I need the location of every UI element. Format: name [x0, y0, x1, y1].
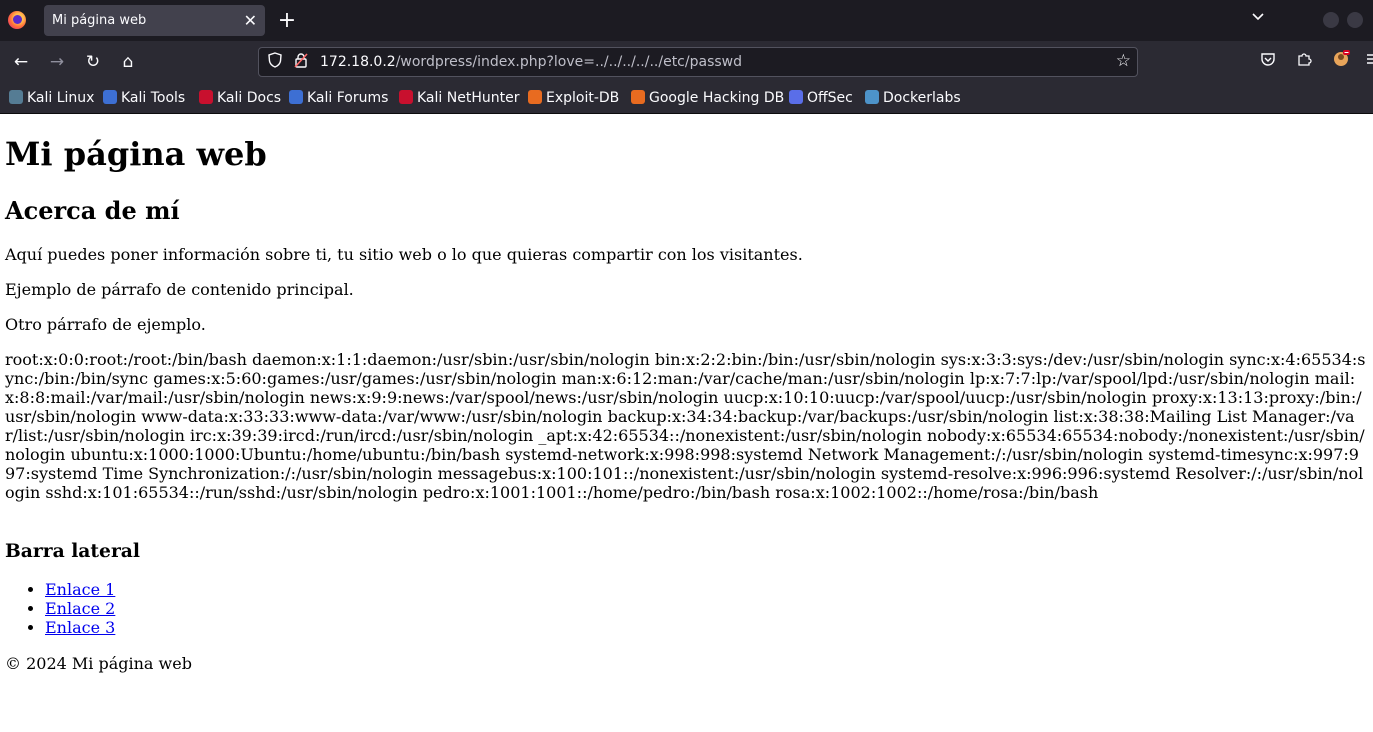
bookmark-exploit-db[interactable]: Exploit-DB	[528, 84, 619, 112]
bookmarks-toolbar: Kali Linux Kali Tools Kali Docs Kali For…	[0, 84, 1373, 114]
back-arrow-icon[interactable]: ←	[8, 49, 34, 75]
insecure-lock-icon[interactable]	[291, 52, 311, 72]
url-text[interactable]: 172.18.0.2/wordpress/index.php?love=../.…	[320, 48, 742, 76]
minimize-button[interactable]	[1323, 12, 1339, 28]
forward-arrow-icon[interactable]: →	[44, 49, 70, 75]
tab-bar: Mi página web ✕ +	[0, 0, 1373, 41]
bookmark-offsec[interactable]: OffSec	[789, 84, 853, 112]
bookmark-label: Exploit-DB	[546, 90, 620, 106]
kali-dragon-icon	[9, 90, 23, 104]
list-item: Enlace 1	[45, 580, 115, 599]
extensions-puzzle-icon[interactable]	[1291, 49, 1317, 75]
bookmark-google-hacking-db[interactable]: Google Hacking DB	[631, 84, 784, 112]
new-tab-button[interactable]: +	[276, 5, 298, 36]
link-enlace-3[interactable]: Enlace 3	[45, 618, 115, 637]
bookmark-label: Kali Forums	[307, 90, 389, 106]
bookmark-label: Kali Tools	[121, 90, 186, 106]
account-avatar-icon[interactable]	[1328, 49, 1354, 75]
bookmark-label: Google Hacking DB	[649, 90, 785, 106]
link-enlace-1[interactable]: Enlace 1	[45, 580, 115, 599]
paragraph-example: Ejemplo de párrafo de contenido principa…	[5, 280, 354, 299]
dockerlabs-icon	[865, 90, 879, 104]
pocket-icon[interactable]	[1255, 49, 1281, 75]
about-heading: Acerca de mí	[5, 196, 180, 225]
url-bar[interactable]: 172.18.0.2/wordpress/index.php?love=../.…	[258, 47, 1138, 77]
tab-title: Mi página web	[52, 13, 147, 28]
bookmark-label: Kali Linux	[27, 90, 95, 106]
tab-list-chevron-icon[interactable]	[1247, 8, 1269, 32]
bookmark-label: OffSec	[807, 90, 853, 106]
nav-toolbar: ← → ↻ ⌂ 172.18.0.2/wordpress/index.php?l…	[0, 41, 1373, 84]
offsec-icon	[789, 90, 803, 104]
bookmark-kali-forums[interactable]: Kali Forums	[289, 84, 388, 112]
bookmark-label: Dockerlabs	[883, 90, 961, 106]
exploit-db-icon	[528, 90, 542, 104]
maximize-button[interactable]	[1347, 12, 1363, 28]
url-host: 172.18.0.2	[320, 54, 396, 70]
page-footer: © 2024 Mi página web	[5, 654, 192, 673]
tracking-shield-icon[interactable]	[265, 52, 285, 72]
sidebar-link-list: Enlace 1 Enlace 2 Enlace 3	[5, 580, 115, 637]
bookmark-kali-tools[interactable]: Kali Tools	[103, 84, 185, 112]
bookmark-kali-docs[interactable]: Kali Docs	[199, 84, 281, 112]
kali-forums-icon	[289, 90, 303, 104]
included-file-output: root:x:0:0:root:/root:/bin/bash daemon:x…	[5, 350, 1366, 502]
firefox-logo-icon[interactable]	[8, 11, 26, 29]
kali-nethunter-icon	[399, 90, 413, 104]
page-title: Mi página web	[5, 135, 267, 173]
list-item: Enlace 2	[45, 599, 115, 618]
kali-tools-icon	[103, 90, 117, 104]
reload-icon[interactable]: ↻	[80, 49, 106, 75]
kali-docs-icon	[199, 90, 213, 104]
bookmark-kali-linux[interactable]: Kali Linux	[9, 84, 94, 112]
bookmark-label: Kali Docs	[217, 90, 282, 106]
tab-active[interactable]: Mi página web ✕	[44, 5, 265, 36]
sidebar-heading: Barra lateral	[5, 540, 140, 562]
bookmark-label: Kali NetHunter	[417, 90, 520, 106]
list-item: Enlace 3	[45, 618, 115, 637]
paragraph-intro: Aquí puedes poner información sobre ti, …	[5, 245, 803, 264]
url-path: /wordpress/index.php?love=../../../../..…	[395, 54, 742, 70]
paragraph-other: Otro párrafo de ejemplo.	[5, 315, 206, 334]
home-icon[interactable]: ⌂	[115, 49, 141, 75]
link-enlace-2[interactable]: Enlace 2	[45, 599, 115, 618]
app-menu-icon[interactable]	[1360, 49, 1373, 75]
bookmark-star-icon[interactable]: ☆	[1116, 51, 1131, 71]
bookmark-kali-nethunter[interactable]: Kali NetHunter	[399, 84, 519, 112]
ghdb-icon	[631, 90, 645, 104]
bookmark-dockerlabs[interactable]: Dockerlabs	[865, 84, 961, 112]
tab-close-icon[interactable]: ✕	[244, 5, 257, 36]
